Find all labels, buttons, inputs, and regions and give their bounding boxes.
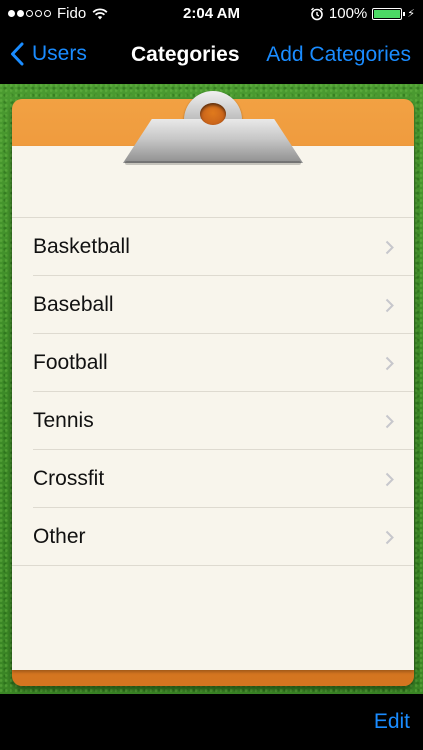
battery-level-fill: [374, 9, 401, 18]
battery-tip: [403, 11, 406, 16]
category-label: Basketball: [33, 235, 130, 258]
alarm-icon: [310, 7, 323, 20]
chevron-right-icon: [385, 530, 394, 545]
clip-shadow: [125, 161, 301, 165]
navigation-bar: Users Categories Add Categories: [0, 30, 423, 84]
clipboard-clip-icon: [123, 119, 303, 163]
chevron-right-icon: [385, 298, 394, 313]
status-bar: Fido 2:04 AM 100% ⚡: [0, 0, 423, 30]
chevron-right-icon: [385, 472, 394, 487]
chevron-left-icon: [11, 42, 24, 66]
page-title: Categories: [131, 43, 240, 66]
back-button-label: Users: [32, 42, 87, 65]
category-row-other[interactable]: Other: [12, 508, 414, 566]
back-button[interactable]: Users: [10, 42, 87, 66]
category-row-crossfit[interactable]: Crossfit: [12, 450, 414, 508]
add-categories-button[interactable]: Add Categories: [266, 43, 411, 67]
battery-percent: 100%: [328, 5, 368, 22]
category-label: Other: [33, 525, 86, 548]
category-row-tennis[interactable]: Tennis: [12, 392, 414, 450]
clip-hole: [200, 103, 226, 125]
grass-background: Basketball Baseball Football Tennis Cros…: [0, 84, 423, 694]
bottom-toolbar: Edit: [0, 694, 423, 750]
category-label: Crossfit: [33, 467, 105, 490]
category-row-football[interactable]: Football: [12, 334, 414, 392]
category-row-baseball[interactable]: Baseball: [12, 276, 414, 334]
chevron-right-icon: [385, 240, 394, 255]
chevron-right-icon: [385, 356, 394, 371]
status-right: 100% ⚡: [310, 5, 415, 22]
edit-button[interactable]: Edit: [374, 710, 410, 734]
category-label: Tennis: [33, 409, 94, 432]
chevron-right-icon: [385, 414, 394, 429]
category-label: Baseball: [33, 293, 114, 316]
charging-bolt-icon: ⚡: [407, 8, 415, 20]
clipboard: Basketball Baseball Football Tennis Cros…: [12, 91, 414, 686]
battery-icon: [372, 7, 406, 20]
category-row-basketball[interactable]: Basketball: [12, 218, 414, 276]
category-list: Basketball Baseball Football Tennis Cros…: [12, 217, 414, 566]
category-label: Football: [33, 351, 108, 374]
